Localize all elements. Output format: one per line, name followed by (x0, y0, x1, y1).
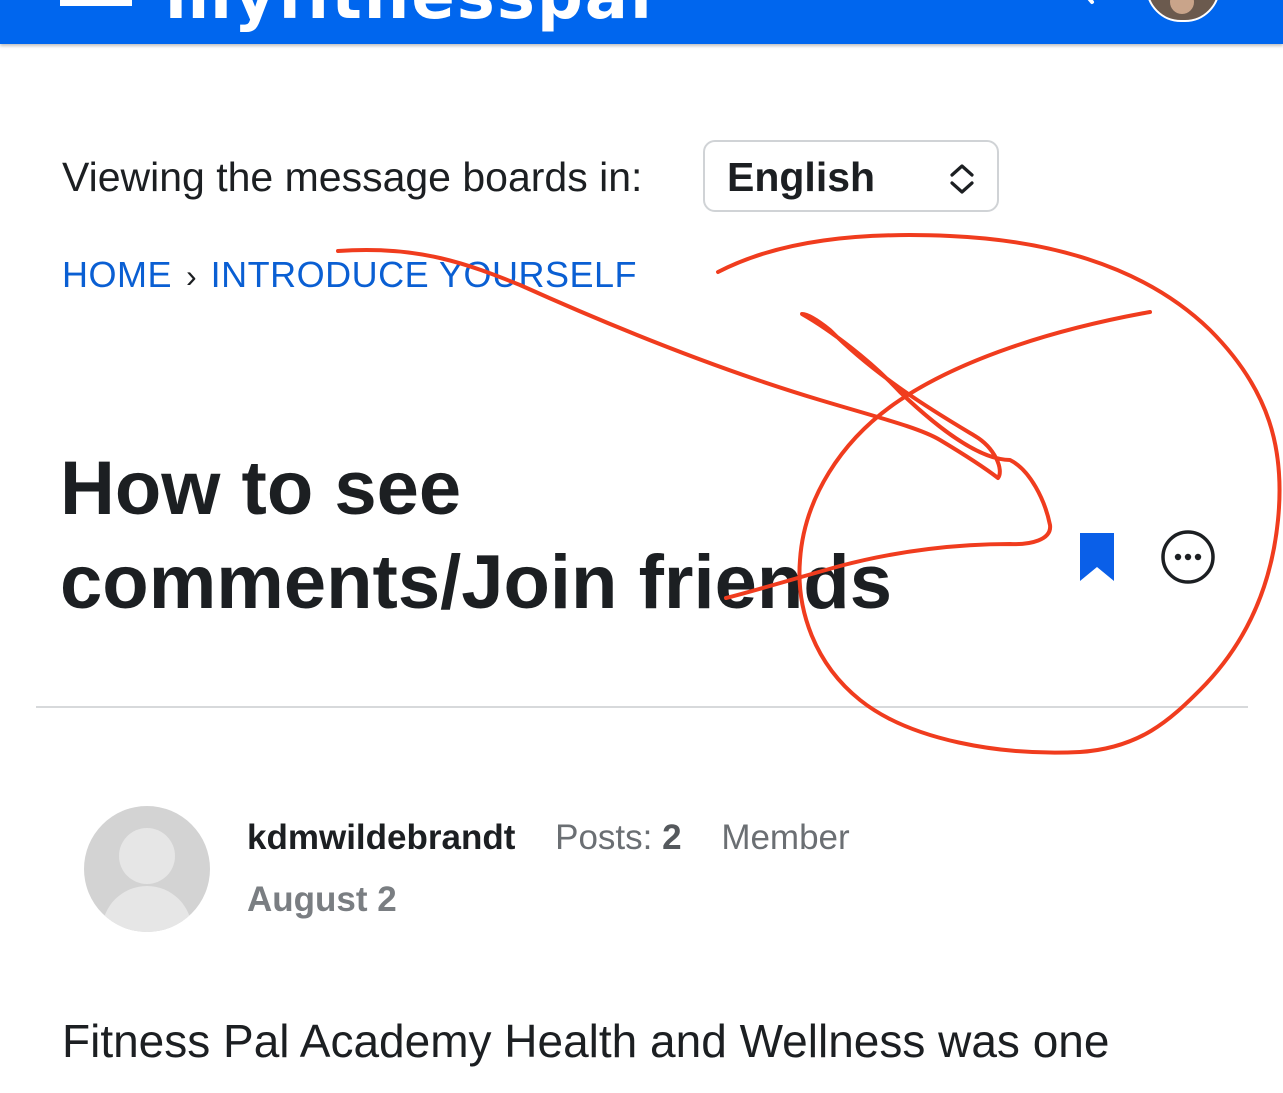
divider (36, 706, 1248, 708)
search-icon[interactable] (1078, 0, 1102, 6)
avatar[interactable] (1146, 0, 1220, 22)
breadcrumb-home-link[interactable]: HOME (62, 254, 172, 295)
post-body-text: Fitness Pal Academy Health and Wellness … (62, 1015, 1110, 1067)
posts-count: 2 (662, 818, 682, 857)
breadcrumb: HOME › INTRODUCE YOURSELF (62, 254, 637, 296)
language-select[interactable]: English (703, 140, 999, 212)
chevron-up-down-icon (950, 164, 974, 194)
author-post-count: Posts: 2 (555, 818, 681, 857)
language-selector-row: Viewing the message boards in: English (62, 140, 999, 214)
author-avatar[interactable] (84, 806, 210, 932)
post-meta: kdmwildebrandt Posts: 2 Member (247, 818, 850, 858)
top-navigation-bar: myfitnesspal (0, 0, 1283, 44)
breadcrumb-separator: › (186, 258, 197, 294)
thread-title-line-1: How to see (60, 446, 462, 531)
thread-title-line-2: comments/Join friends (60, 540, 892, 625)
language-label: Viewing the message boards in: (62, 153, 643, 200)
app-logo[interactable]: myfitnesspal (165, 0, 654, 34)
bookmark-icon[interactable] (1078, 531, 1116, 583)
menu-icon[interactable] (60, 0, 132, 6)
more-options-icon[interactable] (1159, 528, 1217, 586)
language-selected-value: English (727, 154, 876, 200)
posts-label: Posts: (555, 818, 653, 857)
post-date[interactable]: August 2 (247, 880, 397, 920)
author-role: Member (721, 818, 850, 857)
thread-title: How to see comments/Join friends (60, 442, 1020, 630)
author-username-link[interactable]: kdmwildebrandt (247, 818, 515, 857)
breadcrumb-category-link[interactable]: INTRODUCE YOURSELF (211, 254, 637, 295)
